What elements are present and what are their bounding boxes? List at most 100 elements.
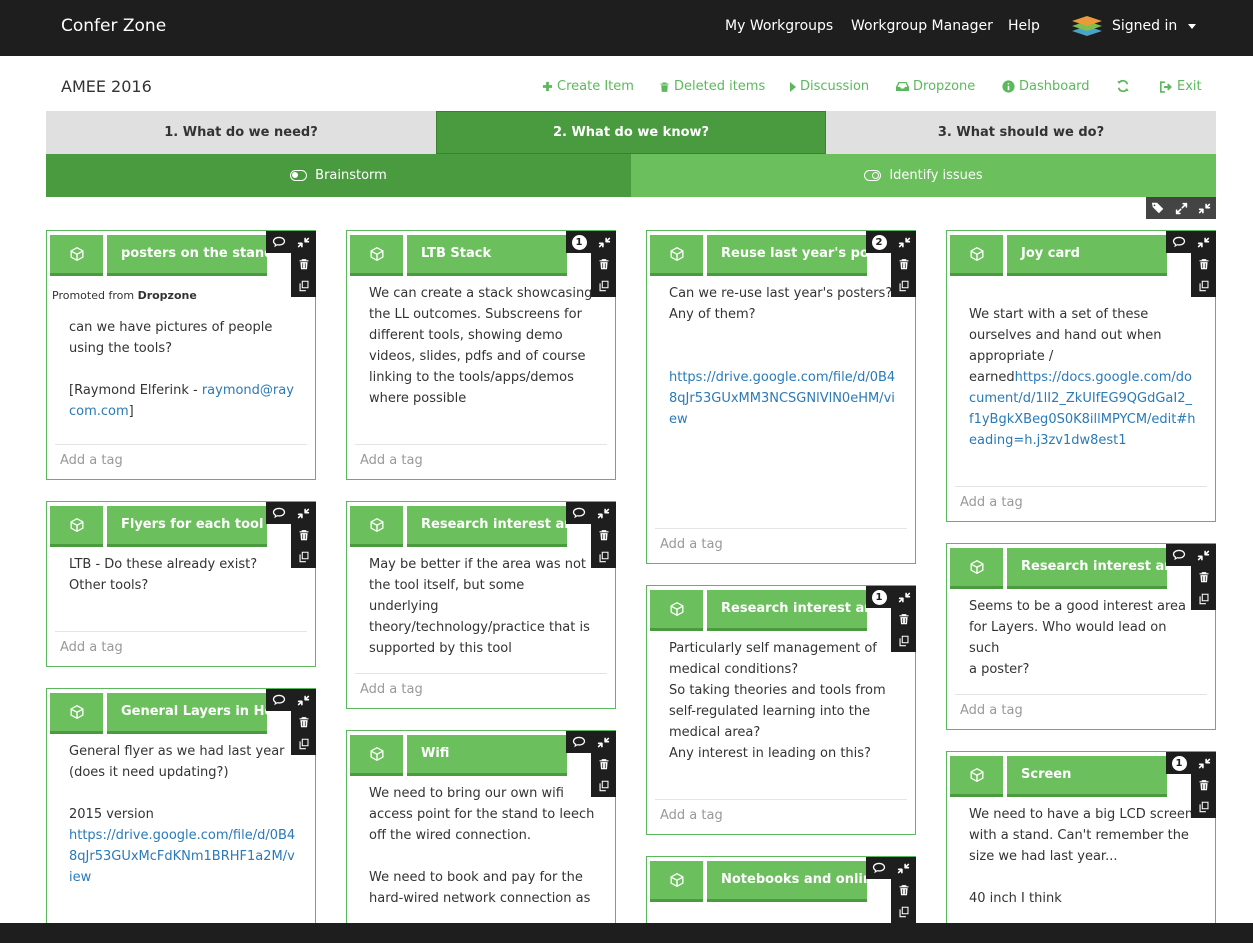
add-tag-input[interactable]: Add a tag [955,694,1207,727]
promoted-source[interactable]: Dropzone [138,289,197,302]
tab-step-1[interactable]: 1. What do we need? [46,111,436,154]
card-title[interactable]: General Layers in He [107,693,267,734]
brand-logo-text[interactable]: Confer Zone [61,16,166,36]
collapse-icon[interactable] [597,507,610,520]
card-type-button[interactable] [350,735,403,776]
add-tag-input[interactable]: Add a tag [655,528,907,561]
trash-icon[interactable] [298,258,310,270]
signed-in-menu[interactable]: Signed in [1070,14,1197,38]
add-tag-input[interactable]: Add a tag [55,444,307,477]
card-type-button[interactable] [50,693,103,734]
trash-icon[interactable] [898,884,910,896]
copy-icon[interactable] [598,780,610,792]
collapse-icon[interactable] [297,694,310,707]
trash-icon[interactable] [1198,779,1210,791]
card-title[interactable]: Screen [1007,756,1167,797]
card-body-link[interactable]: https://drive.google.com/file/d/0B4 8qJr… [69,828,295,885]
card-title[interactable]: Flyers for each tool [107,506,267,547]
comment-icon[interactable] [272,506,286,520]
add-tag-input[interactable]: Add a tag [955,486,1207,519]
collapse-icon[interactable] [598,236,611,249]
card-type-button[interactable] [950,756,1003,797]
add-tag-input[interactable]: Add a tag [55,631,307,664]
copy-icon[interactable] [598,280,610,292]
card-title[interactable]: Research interest ar [707,590,867,631]
copy-icon[interactable] [1198,593,1210,605]
mode-identify-issues[interactable]: Identify issues [631,154,1216,197]
trash-icon[interactable] [298,529,310,541]
comment-count-badge[interactable]: 2 [871,234,887,250]
copy-icon[interactable] [598,551,610,563]
comment-count-badge[interactable]: 1 [1171,755,1187,771]
collapse-icon[interactable] [297,507,310,520]
card-type-button[interactable] [350,235,403,276]
comment-icon[interactable] [572,735,586,749]
copy-icon[interactable] [898,635,910,647]
comment-icon[interactable] [1172,548,1186,562]
discussion-button[interactable]: Discussion [790,79,869,94]
collapse-icon[interactable] [1197,236,1210,249]
card-type-button[interactable] [50,235,103,276]
nav-workgroup-manager[interactable]: Workgroup Manager [851,18,993,34]
trash-icon[interactable] [898,613,910,625]
collapse-icon[interactable] [1198,757,1211,770]
trash-icon[interactable] [598,529,610,541]
dashboard-button[interactable]: Dashboard [1002,79,1090,94]
trash-icon[interactable] [1198,258,1210,270]
collapse-icon[interactable] [297,236,310,249]
create-item-button[interactable]: Create Item [542,79,634,94]
card-title[interactable]: Notebooks and onlir [707,861,867,902]
comment-count-badge[interactable]: 1 [871,589,887,605]
deleted-items-button[interactable]: Deleted items [659,79,765,94]
copy-icon[interactable] [298,280,310,292]
card-title[interactable]: Joy card [1007,235,1167,276]
mode-brainstorm[interactable]: Brainstorm [46,154,631,197]
comment-icon[interactable] [272,693,286,707]
comment-icon[interactable] [1172,235,1186,249]
collapse-icon[interactable] [1197,549,1210,562]
collapse-icon[interactable] [898,236,911,249]
copy-icon[interactable] [298,738,310,750]
card-title[interactable]: Research interest ar [407,506,567,547]
nav-help[interactable]: Help [1008,18,1040,34]
comment-icon[interactable] [572,506,586,520]
exit-button[interactable]: Exit [1160,79,1202,94]
collapse-icon[interactable] [597,736,610,749]
card-title[interactable]: Research interest ar [1007,548,1167,589]
copy-icon[interactable] [898,280,910,292]
card-type-button[interactable] [650,235,703,276]
collapse-all-icon[interactable] [1198,202,1211,215]
copy-icon[interactable] [898,906,910,918]
card-type-button[interactable] [50,506,103,547]
copy-icon[interactable] [1198,280,1210,292]
card-title[interactable]: Reuse last year's po [707,235,867,276]
card-type-button[interactable] [950,548,1003,589]
comment-count-badge[interactable]: 1 [571,234,587,250]
trash-icon[interactable] [598,758,610,770]
collapse-icon[interactable] [897,862,910,875]
comment-icon[interactable] [272,235,286,249]
trash-icon[interactable] [298,716,310,728]
refresh-button[interactable] [1116,79,1130,93]
add-tag-input[interactable]: Add a tag [655,799,907,832]
card-body-link[interactable]: https://drive.google.com/file/d/0B4 8qJr… [669,370,895,427]
card-title[interactable]: Wifi [407,735,567,776]
dropzone-button[interactable]: Dropzone [896,79,975,94]
card-type-button[interactable] [650,590,703,631]
trash-icon[interactable] [1198,571,1210,583]
tab-step-3[interactable]: 3. What should we do? [826,111,1216,154]
nav-my-workgroups[interactable]: My Workgroups [725,18,833,34]
card-title[interactable]: LTB Stack [407,235,567,276]
card-title[interactable]: posters on the stand [107,235,267,276]
card-type-button[interactable] [350,506,403,547]
copy-icon[interactable] [298,551,310,563]
expand-all-icon[interactable] [1175,202,1188,215]
copy-icon[interactable] [1198,801,1210,813]
tags-icon[interactable] [1151,201,1165,215]
add-tag-input[interactable]: Add a tag [355,673,607,706]
trash-icon[interactable] [598,258,610,270]
comment-icon[interactable] [872,861,886,875]
card-type-button[interactable] [650,861,703,902]
card-type-button[interactable] [950,235,1003,276]
trash-icon[interactable] [898,258,910,270]
